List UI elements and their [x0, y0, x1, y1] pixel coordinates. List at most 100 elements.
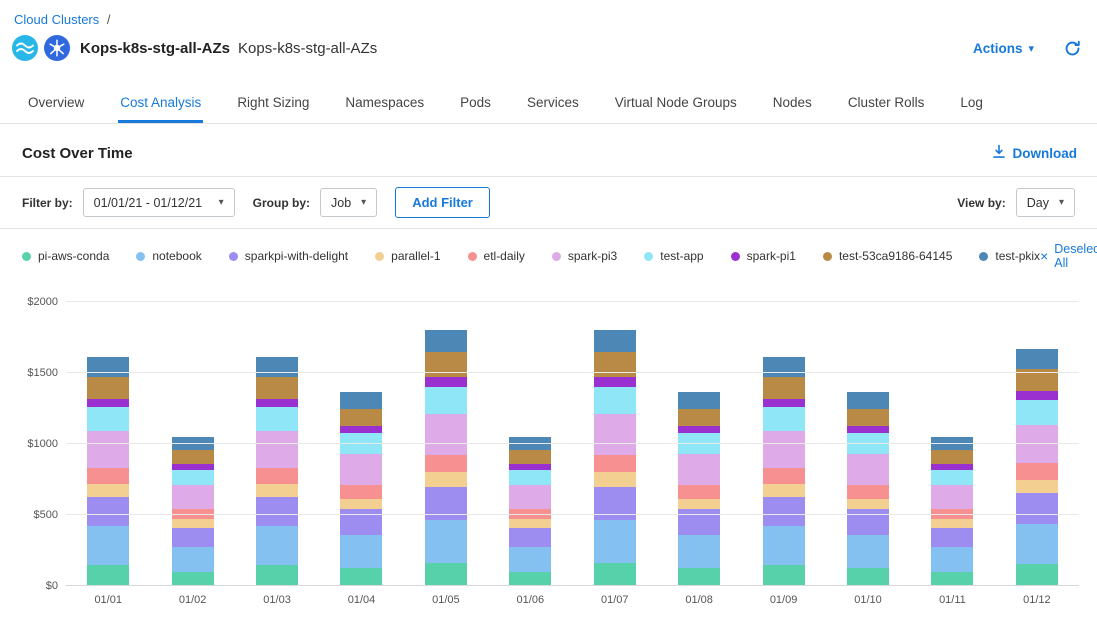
- breadcrumb-link-cloud-clusters[interactable]: Cloud Clusters: [14, 12, 99, 27]
- bar-segment-spark-pi3[interactable]: [425, 414, 467, 455]
- bar-segment-test-pkix[interactable]: [847, 392, 889, 409]
- bar-segment-spark-pi3[interactable]: [87, 431, 129, 468]
- legend-item-parallel-1[interactable]: parallel-1: [375, 249, 440, 263]
- bar-segment-etl-daily[interactable]: [256, 468, 298, 484]
- bar-segment-notebook[interactable]: [678, 535, 720, 568]
- bar-segment-spark-pi1[interactable]: [1016, 391, 1058, 400]
- cost-bar-01/07[interactable]: [594, 302, 636, 586]
- bar-segment-pi-aws-conda[interactable]: [425, 563, 467, 586]
- bar-segment-etl-daily[interactable]: [763, 468, 805, 484]
- bar-segment-sparkpi-with-delight[interactable]: [509, 528, 551, 547]
- tab-virtual-node-groups[interactable]: Virtual Node Groups: [613, 83, 739, 123]
- legend-item-test-pkix[interactable]: test-pkix: [979, 249, 1040, 263]
- bar-segment-pi-aws-conda[interactable]: [509, 572, 551, 586]
- bar-segment-notebook[interactable]: [847, 535, 889, 568]
- bar-segment-sparkpi-with-delight[interactable]: [931, 528, 973, 547]
- bar-segment-parallel-1[interactable]: [256, 484, 298, 497]
- bar-segment-etl-daily[interactable]: [87, 468, 129, 484]
- view-by-select[interactable]: Day ▾: [1016, 188, 1075, 217]
- bar-segment-parallel-1[interactable]: [678, 499, 720, 510]
- legend-item-test-53ca9186-64145[interactable]: test-53ca9186-64145: [823, 249, 952, 263]
- bar-segment-test-53ca9186-64145[interactable]: [172, 450, 214, 464]
- bar-segment-parallel-1[interactable]: [425, 472, 467, 486]
- bar-segment-pi-aws-conda[interactable]: [340, 568, 382, 586]
- tab-pods[interactable]: Pods: [458, 83, 493, 123]
- bar-segment-spark-pi3[interactable]: [763, 431, 805, 468]
- bar-segment-parallel-1[interactable]: [340, 499, 382, 510]
- bar-segment-etl-daily[interactable]: [1016, 463, 1058, 479]
- legend-item-test-app[interactable]: test-app: [644, 249, 703, 263]
- cost-bar-01/02[interactable]: [172, 302, 214, 586]
- bar-segment-etl-daily[interactable]: [847, 485, 889, 498]
- bar-segment-notebook[interactable]: [1016, 524, 1058, 564]
- bar-segment-spark-pi3[interactable]: [1016, 425, 1058, 463]
- bar-segment-spark-pi3[interactable]: [678, 454, 720, 485]
- bar-segment-spark-pi1[interactable]: [256, 399, 298, 408]
- bar-segment-test-pkix[interactable]: [425, 330, 467, 352]
- group-by-select[interactable]: Job ▾: [320, 188, 377, 217]
- cost-bar-01/09[interactable]: [763, 302, 805, 586]
- bar-segment-spark-pi1[interactable]: [763, 399, 805, 408]
- tab-namespaces[interactable]: Namespaces: [343, 83, 426, 123]
- bar-segment-test-app[interactable]: [509, 470, 551, 486]
- bar-segment-parallel-1[interactable]: [509, 519, 551, 528]
- bar-segment-spark-pi3[interactable]: [340, 454, 382, 485]
- tab-cluster-rolls[interactable]: Cluster Rolls: [846, 83, 927, 123]
- bar-segment-test-53ca9186-64145[interactable]: [763, 377, 805, 398]
- bar-segment-parallel-1[interactable]: [1016, 480, 1058, 493]
- bar-segment-etl-daily[interactable]: [678, 485, 720, 498]
- cost-bar-01/04[interactable]: [340, 302, 382, 586]
- bar-segment-test-app[interactable]: [87, 407, 129, 431]
- bar-segment-test-pkix[interactable]: [340, 392, 382, 409]
- bar-segment-sparkpi-with-delight[interactable]: [1016, 493, 1058, 524]
- bar-segment-spark-pi1[interactable]: [425, 377, 467, 387]
- tab-services[interactable]: Services: [525, 83, 581, 123]
- bar-segment-pi-aws-conda[interactable]: [931, 572, 973, 586]
- bar-segment-test-pkix[interactable]: [763, 357, 805, 377]
- bar-segment-test-53ca9186-64145[interactable]: [509, 450, 551, 464]
- refresh-icon[interactable]: [1064, 40, 1081, 57]
- download-button[interactable]: Download: [992, 144, 1078, 162]
- bar-segment-pi-aws-conda[interactable]: [1016, 564, 1058, 586]
- cost-bar-01/08[interactable]: [678, 302, 720, 586]
- tab-cost-analysis[interactable]: Cost Analysis: [118, 83, 203, 123]
- bar-segment-test-pkix[interactable]: [1016, 349, 1058, 369]
- bar-segment-pi-aws-conda[interactable]: [678, 568, 720, 586]
- bar-segment-spark-pi1[interactable]: [678, 426, 720, 433]
- legend-item-spark-pi3[interactable]: spark-pi3: [552, 249, 617, 263]
- bar-segment-test-app[interactable]: [931, 470, 973, 486]
- bar-segment-test-app[interactable]: [1016, 400, 1058, 425]
- bar-segment-test-app[interactable]: [425, 387, 467, 414]
- bar-segment-parallel-1[interactable]: [87, 484, 129, 497]
- bar-segment-spark-pi3[interactable]: [172, 485, 214, 509]
- cost-bar-01/11[interactable]: [931, 302, 973, 586]
- bar-segment-test-53ca9186-64145[interactable]: [256, 377, 298, 398]
- bar-segment-spark-pi3[interactable]: [509, 485, 551, 509]
- cost-bar-01/12[interactable]: [1016, 302, 1058, 586]
- bar-segment-spark-pi3[interactable]: [847, 454, 889, 485]
- bar-segment-etl-daily[interactable]: [425, 455, 467, 473]
- deselect-all-button[interactable]: × Deselect All: [1040, 242, 1097, 270]
- cost-bar-01/01[interactable]: [87, 302, 129, 586]
- date-range-select[interactable]: 01/01/21 - 01/12/21 ▾: [83, 188, 235, 217]
- bar-segment-spark-pi1[interactable]: [87, 399, 129, 408]
- bar-segment-test-pkix[interactable]: [594, 330, 636, 352]
- bar-segment-test-53ca9186-64145[interactable]: [678, 409, 720, 427]
- bar-segment-etl-daily[interactable]: [594, 455, 636, 473]
- bar-segment-parallel-1[interactable]: [594, 472, 636, 486]
- bar-segment-pi-aws-conda[interactable]: [594, 563, 636, 586]
- cost-bar-01/03[interactable]: [256, 302, 298, 586]
- bar-segment-spark-pi3[interactable]: [594, 414, 636, 455]
- bar-segment-test-53ca9186-64145[interactable]: [340, 409, 382, 427]
- bar-segment-test-app[interactable]: [256, 407, 298, 431]
- bar-segment-parallel-1[interactable]: [172, 519, 214, 528]
- bar-segment-parallel-1[interactable]: [931, 519, 973, 528]
- bar-segment-notebook[interactable]: [172, 547, 214, 572]
- cost-bar-01/10[interactable]: [847, 302, 889, 586]
- bar-segment-test-pkix[interactable]: [256, 357, 298, 377]
- bar-segment-sparkpi-with-delight[interactable]: [256, 497, 298, 527]
- bar-segment-notebook[interactable]: [87, 526, 129, 564]
- legend-item-sparkpi-with-delight[interactable]: sparkpi-with-delight: [229, 249, 348, 263]
- bar-segment-spark-pi3[interactable]: [256, 431, 298, 468]
- bar-segment-notebook[interactable]: [594, 520, 636, 563]
